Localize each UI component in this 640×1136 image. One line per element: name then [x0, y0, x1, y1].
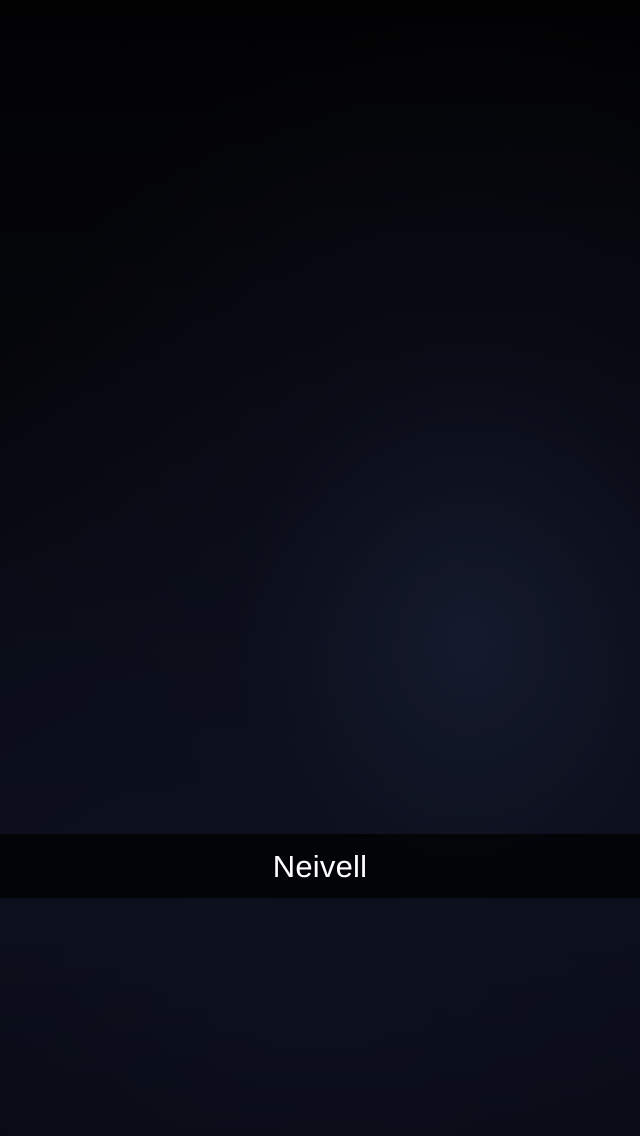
- snap-photo-viewer[interactable]: Neivell: [0, 0, 640, 1136]
- caption-bar: Neivell: [0, 834, 640, 898]
- caption-text: Neivell: [272, 848, 368, 884]
